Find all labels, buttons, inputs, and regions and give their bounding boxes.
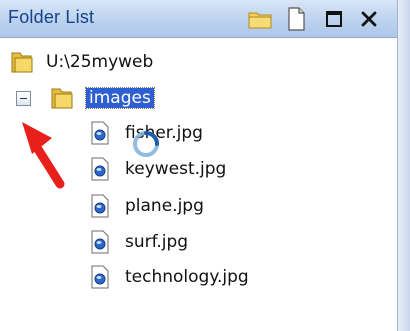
image-file-icon [87,230,113,254]
tree-node-file[interactable]: surf.jpg [87,228,188,256]
image-file-icon [87,121,113,145]
new-file-icon[interactable] [283,7,309,31]
tree-node-label: images [85,87,155,109]
scrollbar[interactable] [397,0,410,331]
tree-node-label: surf.jpg [125,232,189,252]
folder-icon [6,50,38,74]
image-file-icon [87,194,113,218]
tree-node-label: U:\25myweb [46,52,154,72]
folder-list-panel: Folder List U:\25myweb images fisher.jpg… [0,0,397,331]
folder-icon[interactable] [247,7,273,31]
close-icon[interactable] [356,7,382,31]
red-arrow-icon [22,122,65,189]
tree-node-file[interactable]: plane.jpg [87,192,204,220]
maximize-icon[interactable] [321,7,347,31]
tree-node-label: technology.jpg [125,267,249,287]
loading-spinner-icon [133,131,159,157]
image-file-icon [87,157,113,181]
image-file-icon [87,265,113,289]
folder-icon [46,86,78,110]
tree-node-label: keywest.jpg [125,159,227,179]
panel-title-bar: Folder List [0,0,397,38]
tree-node-images[interactable]: images [46,84,155,112]
tree-node-root[interactable]: U:\25myweb [6,48,153,76]
tree-node-label: plane.jpg [125,196,204,216]
collapse-toggle-button[interactable] [16,91,31,106]
panel-title: Folder List [8,7,95,27]
tree-node-file[interactable]: technology.jpg [87,263,249,291]
